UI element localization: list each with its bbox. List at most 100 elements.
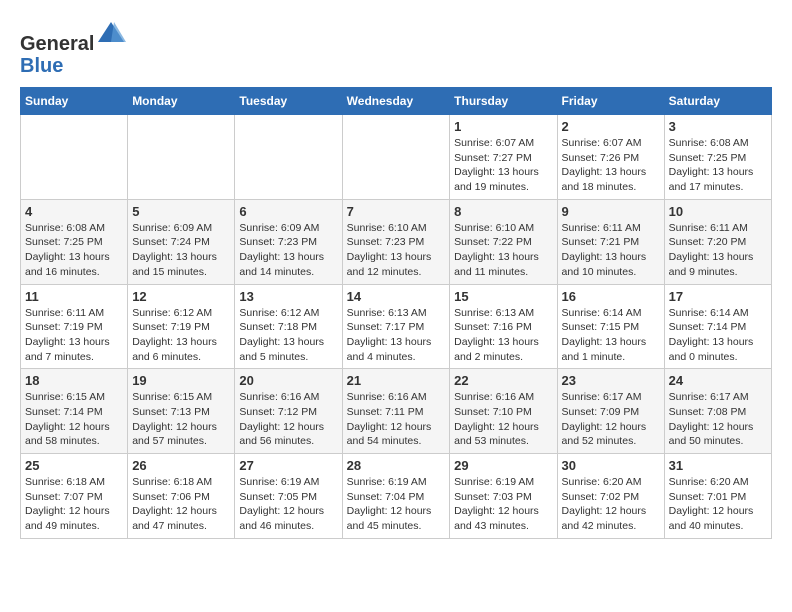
calendar-body: 1 Sunrise: 6:07 AMSunset: 7:27 PMDaylight… [21,115,772,539]
calendar-cell: 26Sunrise: 6:18 AMSunset: 7:06 PMDayligh… [128,454,235,539]
day-number: 17 [669,289,767,304]
calendar-cell: 28Sunrise: 6:19 AMSunset: 7:04 PMDayligh… [342,454,450,539]
day-info: Sunrise: 6:19 AMSunset: 7:03 PMDaylight:… [454,475,552,534]
logo-blue: Blue [20,55,63,77]
day-info: Sunrise: 6:18 AMSunset: 7:06 PMDaylight:… [132,475,230,534]
day-info: Sunrise: 6:08 AMSunset: 7:25 PMDaylight:… [25,221,123,280]
calendar-cell [342,115,450,200]
day-number: 20 [239,373,337,388]
day-number: 25 [25,458,123,473]
calendar-cell: 13 Sunrise: 6:12 AMSunset: 7:18 PMDayligh… [235,284,342,369]
calendar-week-row: 1 Sunrise: 6:07 AMSunset: 7:27 PMDaylight… [21,115,772,200]
calendar-cell: 15 Sunrise: 6:13 AMSunset: 7:16 PMDayligh… [450,284,557,369]
calendar-cell: 27Sunrise: 6:19 AMSunset: 7:05 PMDayligh… [235,454,342,539]
day-number: 31 [669,458,767,473]
day-info: Sunrise: 6:16 AMSunset: 7:11 PMDaylight:… [347,390,446,449]
day-number: 23 [562,373,660,388]
day-number: 27 [239,458,337,473]
calendar-cell: 21 Sunrise: 6:16 AMSunset: 7:11 PMDayligh… [342,369,450,454]
calendar-cell: 8 Sunrise: 6:10 AMSunset: 7:22 PMDaylight… [450,199,557,284]
day-number: 4 [25,204,123,219]
logo: General Blue [20,20,126,77]
calendar-week-row: 18 Sunrise: 6:15 AMSunset: 7:14 PMDayligh… [21,369,772,454]
calendar-cell: 24 Sunrise: 6:17 AMSunset: 7:08 PMDayligh… [664,369,771,454]
day-info: Sunrise: 6:08 AMSunset: 7:25 PMDaylight:… [669,136,767,195]
day-info: Sunrise: 6:17 AMSunset: 7:08 PMDaylight:… [669,390,767,449]
calendar-table: SundayMondayTuesdayWednesdayThursdayFrid… [20,87,772,539]
day-number: 2 [562,119,660,134]
day-number: 8 [454,204,552,219]
calendar-cell: 9Sunrise: 6:11 AMSunset: 7:21 PMDaylight… [557,199,664,284]
calendar-cell: 7 Sunrise: 6:10 AMSunset: 7:23 PMDaylight… [342,199,450,284]
day-info: Sunrise: 6:07 AMSunset: 7:27 PMDaylight:… [454,136,552,195]
day-info: Sunrise: 6:20 AMSunset: 7:02 PMDaylight:… [562,475,660,534]
day-number: 21 [347,373,446,388]
logo-icon [96,20,126,50]
day-number: 7 [347,204,446,219]
logo-general: General [20,33,94,55]
day-number: 13 [239,289,337,304]
day-info: Sunrise: 6:11 AMSunset: 7:19 PMDaylight:… [25,306,123,365]
day-info: Sunrise: 6:13 AMSunset: 7:17 PMDaylight:… [347,306,446,365]
calendar-week-row: 11 Sunrise: 6:11 AMSunset: 7:19 PMDayligh… [21,284,772,369]
day-info: Sunrise: 6:15 AMSunset: 7:13 PMDaylight:… [132,390,230,449]
day-info: Sunrise: 6:14 AMSunset: 7:14 PMDaylight:… [669,306,767,365]
day-number: 22 [454,373,552,388]
weekday-row: SundayMondayTuesdayWednesdayThursdayFrid… [21,88,772,115]
calendar-cell: 25 Sunrise: 6:18 AMSunset: 7:07 PMDayligh… [21,454,128,539]
day-info: Sunrise: 6:10 AMSunset: 7:23 PMDaylight:… [347,221,446,280]
day-info: Sunrise: 6:12 AMSunset: 7:18 PMDaylight:… [239,306,337,365]
calendar-cell: 2 Sunrise: 6:07 AMSunset: 7:26 PMDaylight… [557,115,664,200]
calendar-cell: 6 Sunrise: 6:09 AMSunset: 7:23 PMDaylight… [235,199,342,284]
day-number: 11 [25,289,123,304]
day-number: 14 [347,289,446,304]
day-info: Sunrise: 6:19 AMSunset: 7:04 PMDaylight:… [347,475,446,534]
calendar-cell: 16Sunrise: 6:14 AMSunset: 7:15 PMDayligh… [557,284,664,369]
weekday-header: Thursday [450,88,557,115]
calendar-cell: 1 Sunrise: 6:07 AMSunset: 7:27 PMDaylight… [450,115,557,200]
calendar-week-row: 4 Sunrise: 6:08 AMSunset: 7:25 PMDaylight… [21,199,772,284]
calendar-cell: 14 Sunrise: 6:13 AMSunset: 7:17 PMDayligh… [342,284,450,369]
weekday-header: Wednesday [342,88,450,115]
day-info: Sunrise: 6:11 AMSunset: 7:20 PMDaylight:… [669,221,767,280]
weekday-header: Tuesday [235,88,342,115]
page-header: General Blue [20,20,772,77]
day-number: 19 [132,373,230,388]
day-number: 16 [562,289,660,304]
calendar-cell: 5Sunrise: 6:09 AMSunset: 7:24 PMDaylight… [128,199,235,284]
calendar-cell: 31 Sunrise: 6:20 AMSunset: 7:01 PMDayligh… [664,454,771,539]
day-info: Sunrise: 6:13 AMSunset: 7:16 PMDaylight:… [454,306,552,365]
weekday-header: Friday [557,88,664,115]
calendar-cell: 10 Sunrise: 6:11 AMSunset: 7:20 PMDayligh… [664,199,771,284]
calendar-week-row: 25 Sunrise: 6:18 AMSunset: 7:07 PMDayligh… [21,454,772,539]
day-info: Sunrise: 6:18 AMSunset: 7:07 PMDaylight:… [25,475,123,534]
calendar-cell [128,115,235,200]
day-info: Sunrise: 6:17 AMSunset: 7:09 PMDaylight:… [562,390,660,449]
day-number: 15 [454,289,552,304]
day-info: Sunrise: 6:16 AMSunset: 7:10 PMDaylight:… [454,390,552,449]
calendar-cell: 20 Sunrise: 6:16 AMSunset: 7:12 PMDayligh… [235,369,342,454]
day-info: Sunrise: 6:07 AMSunset: 7:26 PMDaylight:… [562,136,660,195]
day-number: 3 [669,119,767,134]
day-info: Sunrise: 6:10 AMSunset: 7:22 PMDaylight:… [454,221,552,280]
day-number: 10 [669,204,767,219]
day-number: 9 [562,204,660,219]
calendar-cell: 22 Sunrise: 6:16 AMSunset: 7:10 PMDayligh… [450,369,557,454]
day-number: 30 [562,458,660,473]
calendar-header: SundayMondayTuesdayWednesdayThursdayFrid… [21,88,772,115]
calendar-cell: 29Sunrise: 6:19 AMSunset: 7:03 PMDayligh… [450,454,557,539]
weekday-header: Monday [128,88,235,115]
day-info: Sunrise: 6:09 AMSunset: 7:23 PMDaylight:… [239,221,337,280]
calendar-cell: 3 Sunrise: 6:08 AMSunset: 7:25 PMDaylight… [664,115,771,200]
day-number: 5 [132,204,230,219]
day-number: 1 [454,119,552,134]
calendar-cell: 23 Sunrise: 6:17 AMSunset: 7:09 PMDayligh… [557,369,664,454]
day-number: 6 [239,204,337,219]
day-info: Sunrise: 6:20 AMSunset: 7:01 PMDaylight:… [669,475,767,534]
day-info: Sunrise: 6:15 AMSunset: 7:14 PMDaylight:… [25,390,123,449]
calendar-cell [235,115,342,200]
weekday-header: Saturday [664,88,771,115]
day-info: Sunrise: 6:16 AMSunset: 7:12 PMDaylight:… [239,390,337,449]
day-number: 18 [25,373,123,388]
day-number: 24 [669,373,767,388]
